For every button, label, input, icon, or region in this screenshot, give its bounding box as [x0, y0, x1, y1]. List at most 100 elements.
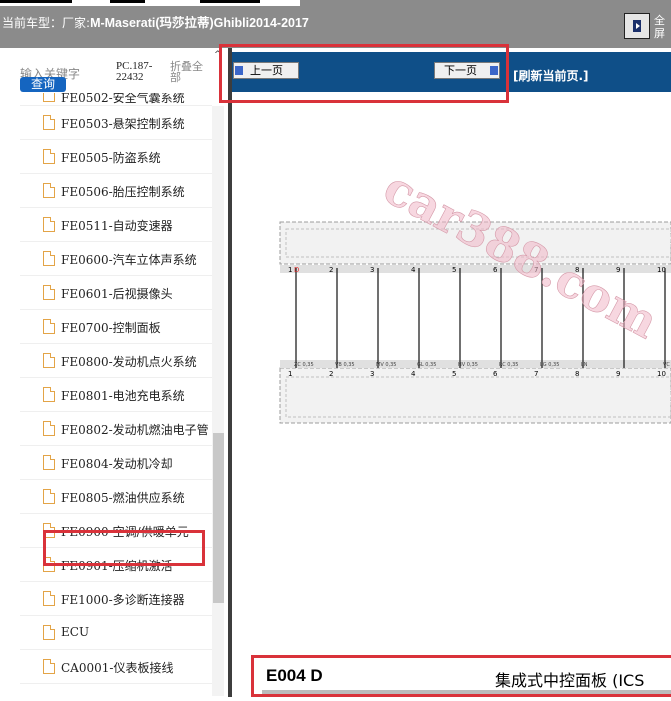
tree-item-selected[interactable]: FE0900-空调/供暖单元	[20, 514, 212, 548]
tree-item[interactable]: ECU	[20, 616, 212, 650]
bottom-pin-number: 3	[370, 370, 374, 378]
tree-item-label[interactable]: FE0506-胎压控制系统	[61, 183, 185, 200]
tree-item-label[interactable]: FE0502-安全气囊系统	[61, 93, 185, 105]
tree-item[interactable]: FE0503-悬架控制系统	[20, 106, 212, 140]
bottom-pin-number: 6	[493, 370, 498, 378]
top-pin-number: 9	[616, 266, 620, 274]
tree-item-label[interactable]: FE0800-发动机点火系统	[61, 353, 197, 370]
document-icon	[43, 251, 55, 266]
tree-item[interactable]: FE1000-多诊断连接器	[20, 582, 212, 616]
tree-item[interactable]: FE0800-发动机点火系统	[20, 344, 212, 378]
sidebar-scrollbar-thumb[interactable]	[213, 433, 224, 603]
tree-item-label[interactable]: FE0801-电池充电系统	[61, 387, 185, 404]
tree-item[interactable]: FE0802-发动机燃油电子管	[20, 412, 212, 446]
fullscreen-button[interactable]	[624, 13, 650, 39]
top-pin-number: 2	[329, 266, 333, 274]
wire-label: MV 0,35	[376, 362, 396, 368]
bottom-pin-number: 10	[657, 370, 666, 378]
footer-divider	[262, 690, 671, 694]
prev-page-button[interactable]: 上一页	[233, 62, 299, 79]
scroll-up-arrow-icon[interactable]: ^	[214, 50, 222, 60]
tree-item-label[interactable]: FE0805-燃油供应系统	[61, 489, 185, 506]
tree-item-label[interactable]: FE0505-防盗系统	[61, 149, 161, 166]
expand-icon	[636, 23, 640, 29]
tree-item-label[interactable]: FE0601-后视摄像头	[61, 285, 173, 302]
bottom-pin-number: 2	[329, 370, 333, 378]
tree-item-label[interactable]: FE0901-压缩机激活	[61, 557, 173, 574]
bottom-pin-number: 5	[452, 370, 456, 378]
document-icon	[43, 659, 55, 674]
tree-item-label[interactable]: FE0511-自动变速器	[61, 217, 173, 234]
wiring-diagram: 1ZC 0,3512VB 0,3523MV 0,3534GL 0,3545HV …	[279, 160, 671, 424]
wire-label: ZC 0,35	[294, 362, 314, 368]
tree-item[interactable]: FE0511-自动变速器	[20, 208, 212, 242]
diagram-viewer: 1 ZC 0,35 1 2 VB 0,35 2 3 MV 0,35 3 4 GL 0,35 4 5 HV …	[232, 92, 671, 697]
page-nav-bar: 上一页 下一页 [刷新当前页.]	[232, 52, 671, 92]
document-icon	[43, 285, 55, 300]
connector-name: 集成式中控面板 (ICS	[495, 671, 645, 690]
document-icon	[43, 183, 55, 198]
current-car-label: 当前车型：厂家:M-Maserati(玛莎拉蒂)Ghibli2014-2017	[2, 16, 309, 30]
top-pin-number: 5	[452, 266, 456, 274]
tree-item-label[interactable]: FE0600-汽车立体声系统	[61, 251, 197, 268]
tree-item[interactable]: FE0505-防盗系统	[20, 140, 212, 174]
wire-label: LG 0,35	[540, 362, 559, 368]
arrow-right-icon	[490, 66, 498, 75]
next-page-button[interactable]: 下一页	[434, 62, 500, 79]
document-icon	[43, 149, 55, 164]
wire-label: VB 0,35	[335, 362, 355, 368]
sidebar: 输入关键字 查询 PC.187-22432 折叠全部 ^ FE0502-安全气囊…	[0, 48, 228, 697]
sidebar-scrollbar[interactable]	[212, 106, 224, 696]
tree-item[interactable]: FE0700-控制面板	[20, 310, 212, 344]
document-icon	[43, 557, 55, 572]
fullscreen-label[interactable]: 全屏	[654, 14, 671, 40]
document-icon	[43, 489, 55, 504]
tree-item[interactable]: FE0804-发动机冷却	[20, 446, 212, 480]
tree-item[interactable]: FE0502-安全气囊系统	[20, 93, 212, 106]
document-icon	[43, 93, 55, 102]
wire-label: GL 0,35	[417, 362, 436, 368]
tree-item-label[interactable]: FE0804-发动机冷却	[61, 455, 173, 472]
tree-item-label[interactable]: CA0001-仪表板接线	[61, 659, 173, 676]
refresh-page-link[interactable]: [刷新当前页.]	[513, 67, 589, 84]
tree-item[interactable]: FE0805-燃油供应系统	[20, 480, 212, 514]
search-button[interactable]: 查询	[20, 77, 66, 92]
top-pin-number: 1	[288, 266, 292, 274]
tree-item-label[interactable]: ECU	[61, 625, 89, 639]
top-strip	[0, 0, 300, 6]
document-icon	[43, 455, 55, 470]
top-pin-number: 3	[370, 266, 374, 274]
tree-item-label[interactable]: FE0802-发动机燃油电子管	[61, 421, 209, 438]
tree-item-label[interactable]: FE1000-多诊断连接器	[61, 591, 185, 608]
document-icon	[43, 115, 55, 130]
document-icon	[43, 421, 55, 436]
tree-list: FE0502-安全气囊系统 FE0503-悬架控制系统 FE0505-防盗系统 …	[20, 93, 212, 684]
document-icon	[43, 591, 55, 606]
bottom-pin-number: 8	[575, 370, 579, 378]
tree-item[interactable]: FE0601-后视摄像头	[20, 276, 212, 310]
tree-item[interactable]: FE0506-胎压控制系统	[20, 174, 212, 208]
tree-item-label[interactable]: FE0900-空调/供暖单元	[61, 523, 189, 540]
tree-item[interactable]: FE0600-汽车立体声系统	[20, 242, 212, 276]
tree-item-label[interactable]: FE0700-控制面板	[61, 319, 161, 336]
tree-item[interactable]: FE0901-压缩机激活	[20, 548, 212, 582]
wire-label: RC 0,35	[499, 362, 518, 368]
document-icon	[43, 387, 55, 402]
bottom-pin-number: 4	[411, 370, 416, 378]
tree-item[interactable]: FE0801-电池充电系统	[20, 378, 212, 412]
wire-label: VC 0	[663, 362, 671, 368]
arrow-left-icon	[235, 66, 243, 75]
tree-item-label[interactable]: FE0503-悬架控制系统	[61, 115, 185, 132]
wire-label: HV 0,35	[458, 362, 478, 368]
connector-code: E004 D	[266, 666, 323, 685]
document-icon	[43, 353, 55, 368]
collapse-all-button[interactable]: 折叠全部	[170, 61, 210, 83]
document-icon	[43, 217, 55, 232]
tree-item[interactable]: CA0001-仪表板接线	[20, 650, 212, 684]
bottom-pin-number: 9	[616, 370, 620, 378]
document-icon	[43, 625, 55, 640]
bottom-pin-number: 1	[288, 370, 292, 378]
pin-marker: D	[294, 266, 299, 274]
pc-code-label: PC.187-22432	[116, 60, 153, 83]
document-icon	[43, 523, 55, 538]
